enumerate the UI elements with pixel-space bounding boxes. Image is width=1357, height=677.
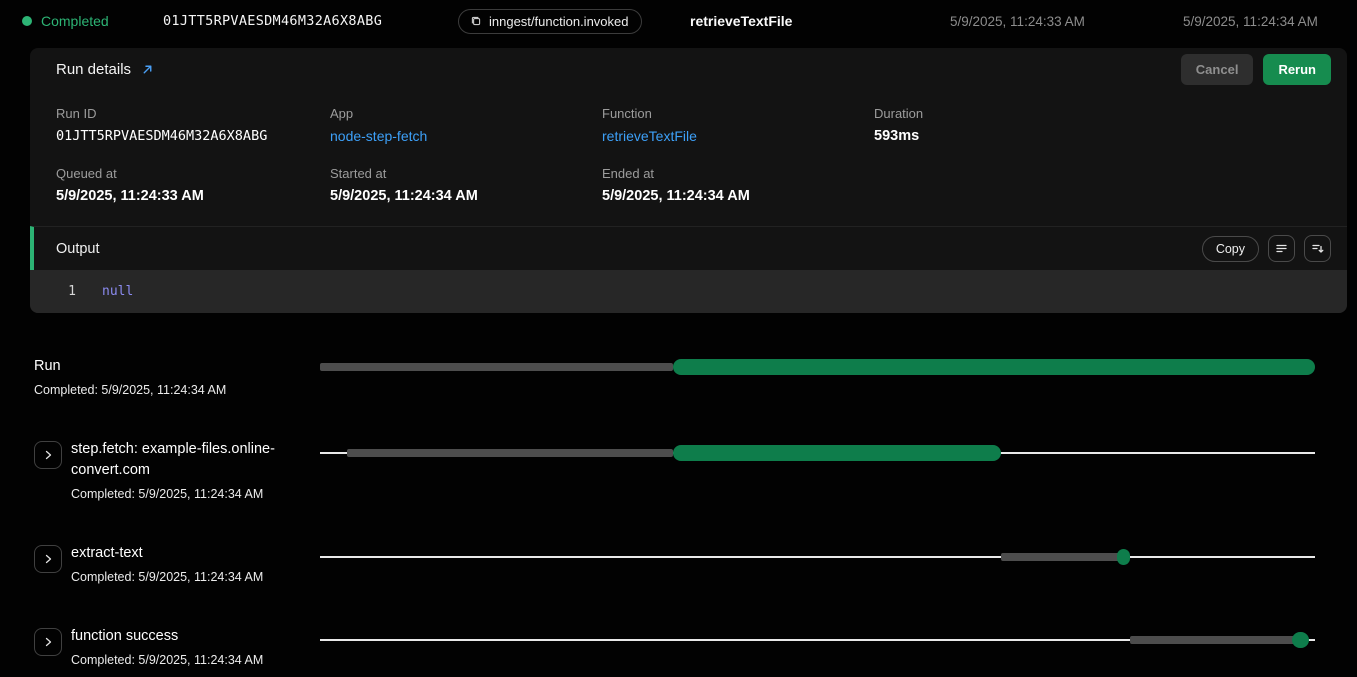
run-details-grid: Run ID 01JTT5RPVAESDM46M32A6X8ABG App no…: [30, 90, 1347, 226]
app-link[interactable]: node-step-fetch: [330, 128, 427, 144]
copy-output-button[interactable]: Copy: [1202, 236, 1259, 262]
timeline-bar[interactable]: [320, 632, 1315, 648]
step-name: extract-text: [71, 543, 263, 564]
timeline-row: extract-text Completed: 5/9/2025, 11:24:3…: [34, 543, 1315, 584]
step-name: step.fetch: example-files.online-convert…: [71, 439, 291, 481]
chevron-right-icon: [43, 554, 53, 564]
field-label: Function: [602, 106, 874, 121]
topbar: Completed 01JTT5RPVAESDM46M32A6X8ABG inn…: [0, 0, 1357, 42]
bar-queued-segment: [1130, 636, 1296, 644]
field-label: Run ID: [56, 106, 330, 121]
function-link[interactable]: retrieveTextFile: [602, 128, 697, 144]
event-badge[interactable]: inngest/function.invoked: [458, 9, 642, 34]
step-status: Completed: 5/9/2025, 11:24:34 AM: [34, 383, 226, 397]
timeline-rows: Run Completed: 5/9/2025, 11:24:34 AM step.…: [0, 313, 1357, 667]
field-value: 5/9/2025, 11:24:34 AM: [330, 188, 602, 204]
timeline-row-label: function success Completed: 5/9/2025, 11:…: [34, 626, 320, 667]
status-dot-icon: [22, 16, 32, 26]
event-badge-label: inngest/function.invoked: [489, 14, 628, 29]
step-name: Run: [34, 356, 226, 377]
field-label: Queued at: [56, 166, 330, 181]
bar-queued-segment: [1001, 553, 1120, 561]
field-run-id: Run ID 01JTT5RPVAESDM46M32A6X8ABG: [56, 106, 330, 146]
field-app: App node-step-fetch: [330, 106, 602, 146]
bar-run-segment: [673, 445, 1000, 461]
run-status: Completed: [22, 13, 163, 29]
timeline-bar[interactable]: [320, 549, 1315, 565]
ended-timestamp: 5/9/2025, 11:24:34 AM: [1183, 14, 1318, 29]
output-header: Output Copy: [30, 226, 1347, 270]
field-queued-at: Queued at 5/9/2025, 11:24:33 AM: [56, 166, 330, 204]
rerun-button[interactable]: Rerun: [1263, 54, 1331, 85]
line-number: 1: [30, 283, 76, 300]
event-badge-wrap: inngest/function.invoked: [458, 9, 690, 34]
field-value: 5/9/2025, 11:24:34 AM: [602, 188, 874, 204]
field-label: Duration: [874, 106, 1321, 121]
bar-queued-segment: [320, 363, 673, 371]
timeline-row-label: Run Completed: 5/9/2025, 11:24:34 AM: [34, 356, 320, 397]
output-title: Output: [56, 241, 100, 257]
external-link-icon[interactable]: [141, 63, 154, 76]
timeline-row: step.fetch: example-files.online-convert…: [34, 439, 1315, 501]
lines-down-arrow-icon[interactable]: [1304, 235, 1331, 262]
step-name: function success: [71, 626, 263, 647]
chevron-right-icon: [43, 637, 53, 647]
bar-run-segment: [1117, 549, 1130, 565]
expand-step-button[interactable]: [34, 441, 62, 469]
field-function: Function retrieveTextFile: [602, 106, 874, 146]
run-details-panel: Run details Cancel Rerun Run ID 01JTT5RP…: [30, 48, 1347, 313]
timeline-row-label: extract-text Completed: 5/9/2025, 11:24:3…: [34, 543, 320, 584]
field-value: 593ms: [874, 128, 1321, 144]
expand-step-button[interactable]: [34, 628, 62, 656]
step-status: Completed: 5/9/2025, 11:24:34 AM: [71, 487, 291, 501]
field-label: App: [330, 106, 602, 121]
function-name-text: retrieveTextFile: [690, 13, 950, 29]
field-label: Started at: [330, 166, 602, 181]
field-label: Ended at: [602, 166, 874, 181]
queued-timestamp: 5/9/2025, 11:24:33 AM: [950, 14, 1183, 29]
align-lines-icon[interactable]: [1268, 235, 1295, 262]
timeline-row-label: step.fetch: example-files.online-convert…: [34, 439, 320, 501]
panel-header: Run details Cancel Rerun: [30, 48, 1347, 90]
step-status: Completed: 5/9/2025, 11:24:34 AM: [71, 653, 263, 667]
bar-run-segment: [673, 359, 1315, 375]
panel-title: Run details: [56, 61, 131, 78]
field-started-at: Started at 5/9/2025, 11:24:34 AM: [330, 166, 602, 204]
field-duration: Duration 593ms: [874, 106, 1321, 146]
field-value: 01JTT5RPVAESDM46M32A6X8ABG: [56, 128, 330, 144]
copy-icon: [470, 15, 482, 27]
cancel-button[interactable]: Cancel: [1181, 54, 1254, 85]
chevron-right-icon: [43, 450, 53, 460]
bar-run-segment: [1292, 632, 1309, 648]
timeline-row: function success Completed: 5/9/2025, 11:…: [34, 626, 1315, 667]
timeline-row: Run Completed: 5/9/2025, 11:24:34 AM: [34, 356, 1315, 397]
timeline-bar[interactable]: [320, 359, 1315, 375]
timeline-bar[interactable]: [320, 445, 1315, 461]
output-value: null: [102, 283, 133, 300]
bar-queued-segment: [347, 449, 673, 457]
expand-step-button[interactable]: [34, 545, 62, 573]
step-status: Completed: 5/9/2025, 11:24:34 AM: [71, 570, 263, 584]
field-ended-at: Ended at 5/9/2025, 11:24:34 AM: [602, 166, 874, 204]
bar-track-line: [320, 556, 1315, 558]
output-code-block[interactable]: 1 null: [30, 270, 1347, 313]
run-id-text: 01JTT5RPVAESDM46M32A6X8ABG: [163, 13, 458, 29]
status-label: Completed: [41, 13, 109, 29]
field-value: 5/9/2025, 11:24:33 AM: [56, 188, 330, 204]
